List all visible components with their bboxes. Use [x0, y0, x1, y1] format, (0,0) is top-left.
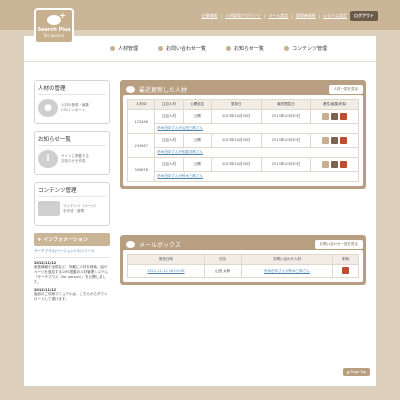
contents-box-text: コンテンツ（ページ） を作成・管理 — [63, 203, 98, 213]
recent-people-panel: 最近更新した人材 人材一覧を見る 人材ID 注目人材 公開設定 更新日 最終閲覧日 着性… — [120, 80, 366, 189]
info-text: 製品のご利用マニュアルは、こちらからダウンロードして頂けます。 — [34, 292, 108, 301]
main-nav: 人材管理 お問い合わせ一覧 お知らせ一覧 コンテンツ管理 — [24, 36, 376, 62]
delete-icon[interactable] — [340, 136, 348, 144]
toplink-mail[interactable]: メール設定 — [268, 13, 288, 19]
nav-item-inquiries[interactable]: お問い合わせ一覧 — [158, 45, 206, 52]
table-row: 2012-11-12 16:04:56 山田 太郎 鈴木田中さんが鈴木三郎さん — [127, 264, 359, 278]
person-link[interactable]: 鈴木田中さんが佐藤次郎さん — [154, 147, 359, 158]
person-icon: ● — [38, 99, 58, 117]
information-heading: ❖ インフォメーション — [34, 233, 110, 246]
information-section: ❖ インフォメーション サーチプラス(バージョン1.0)リリース 2012/11… — [34, 233, 110, 302]
logo[interactable]: Search Plus for person — [34, 8, 74, 44]
delete-icon[interactable] — [342, 267, 350, 274]
table-row: 345678 注目人材 公開 2013年10月30日 2013年10月30日 — [126, 157, 359, 182]
view-icon[interactable] — [322, 136, 330, 144]
person-link[interactable]: 鈴木田中さんが山田三郎さん — [154, 123, 359, 134]
delete-icon[interactable] — [340, 112, 348, 120]
monitor-icon — [38, 201, 60, 216]
table-row: 234567 注目人材 公開 2013年10月30日 2013年10月30日 — [126, 133, 359, 158]
toplink-company[interactable]: 企業情報 — [202, 13, 218, 19]
edit-icon[interactable] — [331, 112, 339, 120]
mail-icon — [126, 240, 135, 248]
recent-title: 最近更新した人材 — [139, 86, 188, 94]
arrow-icon — [110, 46, 115, 51]
info-icon: i — [38, 150, 58, 168]
edit-icon[interactable] — [331, 160, 339, 168]
arrow-icon — [283, 46, 289, 51]
toplink-admin[interactable]: 管理者情報 — [296, 13, 316, 19]
person-link[interactable]: 鈴木田中さんが鈴木三郎さん — [154, 171, 359, 182]
top-links: 企業情報 | 人材管理アカウント | メール設定 | 管理者情報 | システム設定 ログ… — [202, 11, 378, 21]
contents-box-title: コンテンツ管理 — [38, 186, 106, 197]
toplink-account[interactable]: 人材管理アカウント — [225, 13, 261, 19]
mailbox-panel: メールボックス お問い合わせ一覧を見る 受信日時 氏名 お問い合わせ人材 削除 20… — [120, 235, 366, 285]
people-box[interactable]: 人材の管理 ● 人材の登録・編集 CSVインポート — [34, 80, 110, 124]
delete-icon[interactable] — [340, 160, 348, 168]
mailbox-table: 受信日時 氏名 お問い合わせ人材 削除 2012-11-12 16:04:56 山田… — [127, 254, 359, 278]
nav-item-people[interactable]: 人材管理 — [110, 45, 138, 52]
people-box-text: 人材の登録・編集 CSVインポート — [61, 103, 89, 112]
view-icon[interactable] — [322, 160, 330, 168]
people-box-title: 人材の管理 — [38, 84, 106, 95]
toplink-system[interactable]: システム設定 — [323, 13, 347, 19]
view-icon[interactable] — [322, 112, 330, 120]
nav-item-contents[interactable]: コンテンツ管理 — [283, 45, 327, 52]
news-box-text: サイトに掲載する お知らせを作成 — [61, 154, 89, 163]
nav-item-news[interactable]: お知らせ一覧 — [226, 45, 264, 52]
contents-box[interactable]: コンテンツ管理 コンテンツ（ページ） を作成・管理 — [34, 182, 110, 226]
news-box[interactable]: お知らせ一覧 i サイトに掲載する お知らせを作成 — [34, 131, 110, 175]
page-top-button[interactable]: ▲ Page Top — [342, 368, 370, 376]
table-row: 123456 注目人材 公開 2013年10月30日 2013年10月30日 — [126, 109, 359, 134]
mailbox-title: メールボックス — [139, 241, 181, 249]
panel-icon — [126, 85, 135, 93]
logo-icon — [47, 11, 66, 25]
news-box-title: お知らせ一覧 — [38, 135, 106, 146]
left-column: 人材の管理 ● 人材の登録・編集 CSVインポート お知らせ一覧 i サイトに掲… — [34, 80, 110, 302]
recent-people-table: 人材ID 注目人材 公開設定 更新日 最終閲覧日 着性/編集/削除 123456 注目人材… — [126, 99, 359, 182]
logout-button[interactable]: ログアウト — [350, 11, 378, 21]
view-inquiries-button[interactable]: お問い合わせ一覧を見る — [314, 239, 363, 249]
logo-subtitle: for person — [43, 32, 65, 38]
info-text: 家族情報や出勤など、気軽に人材を検索。紹介ページを追加するCMS搭載の人材管理シ… — [34, 265, 109, 284]
edit-icon[interactable] — [331, 136, 339, 144]
arrow-icon — [226, 46, 232, 51]
view-people-button[interactable]: 人材一覧を見る — [328, 84, 363, 94]
information-link[interactable]: サーチプラス(バージョン1.0)リリース — [34, 246, 110, 258]
arrow-icon — [158, 46, 164, 51]
